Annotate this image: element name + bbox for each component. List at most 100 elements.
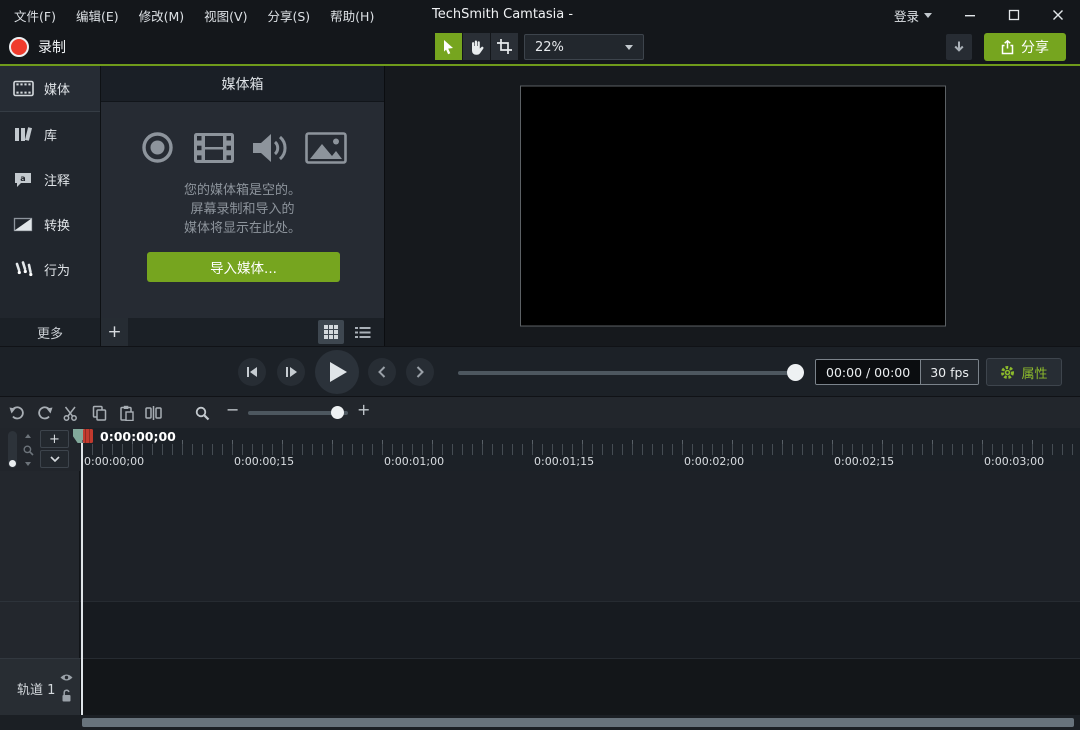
view-toggles bbox=[318, 320, 384, 344]
redo-icon bbox=[37, 406, 53, 420]
paste-button[interactable] bbox=[117, 404, 135, 422]
zoom-level-select[interactable]: 22% bbox=[524, 34, 644, 60]
import-media-button[interactable]: 导入媒体... bbox=[147, 252, 340, 282]
select-tool-button[interactable] bbox=[435, 33, 462, 60]
ruler-label: 0:00:01;00 bbox=[384, 455, 444, 468]
add-media-button[interactable]: + bbox=[101, 318, 128, 346]
gear-icon bbox=[1000, 365, 1015, 380]
sidebar-item-behaviors[interactable]: 行为 bbox=[0, 247, 100, 292]
magnifier-icon bbox=[195, 406, 210, 421]
svg-text:a: a bbox=[20, 174, 25, 183]
media-bin-empty-icons bbox=[101, 129, 384, 166]
film-frame-icon bbox=[13, 80, 34, 97]
menu-help[interactable]: 帮助(H) bbox=[320, 6, 384, 25]
sidebar-item-label: 注释 bbox=[44, 170, 70, 189]
play-icon bbox=[330, 362, 347, 382]
grid-view-button[interactable] bbox=[318, 320, 344, 344]
seek-slider-handle[interactable] bbox=[787, 364, 804, 381]
step-forward-button[interactable] bbox=[277, 358, 305, 386]
sidebar-item-media[interactable]: 媒体 bbox=[0, 66, 100, 112]
crop-tool-button[interactable] bbox=[491, 33, 518, 60]
timeline-zoom-slider-handle[interactable] bbox=[331, 406, 344, 419]
sidebar-more-button[interactable]: 更多 bbox=[0, 318, 100, 346]
record-circle-icon bbox=[139, 129, 176, 166]
split-button[interactable] bbox=[144, 404, 162, 422]
media-bin-panel: 媒体箱 bbox=[100, 66, 385, 346]
record-button[interactable]: 录制 bbox=[9, 34, 66, 60]
track-visibility-toggle[interactable] bbox=[60, 671, 73, 686]
sidebar-item-annotations[interactable]: a 注释 bbox=[0, 157, 100, 202]
next-marker-button[interactable] bbox=[406, 358, 434, 386]
track-height-slider[interactable] bbox=[8, 431, 17, 468]
close-button[interactable] bbox=[1036, 0, 1080, 30]
window-controls: 登录 bbox=[894, 0, 1080, 30]
minimize-button[interactable] bbox=[948, 0, 992, 30]
undo-button[interactable] bbox=[8, 404, 26, 422]
step-backward-button[interactable] bbox=[238, 358, 266, 386]
timeline-zoom-in-button[interactable]: + bbox=[357, 400, 370, 419]
timeline-ruler[interactable]: 0:00:00;00 0:00:00;00 0:00:00;15 0:00:01… bbox=[82, 428, 1080, 471]
fps-display: 30 fps bbox=[920, 360, 978, 384]
maximize-icon bbox=[1008, 9, 1020, 21]
add-track-button[interactable]: + bbox=[40, 430, 69, 448]
list-view-icon bbox=[355, 326, 371, 339]
timeline-scrollbar-thumb[interactable] bbox=[82, 718, 1074, 727]
timeline-empty-row[interactable] bbox=[80, 601, 1080, 658]
track-lock-toggle[interactable] bbox=[61, 689, 72, 706]
close-icon bbox=[1052, 9, 1064, 21]
media-bin-title-label: 媒体箱 bbox=[222, 74, 264, 94]
menu-view[interactable]: 视图(V) bbox=[194, 6, 257, 25]
track-1-content[interactable] bbox=[80, 658, 1080, 715]
track-height-slider-handle[interactable] bbox=[9, 460, 16, 467]
main-area: 媒体 库 a 注释 bbox=[0, 66, 1080, 346]
track-1-header[interactable]: 轨道 1 bbox=[0, 658, 80, 715]
zoom-level-value: 22% bbox=[535, 40, 564, 55]
share-button[interactable]: 分享 bbox=[984, 33, 1066, 61]
timeline-empty-area[interactable] bbox=[80, 471, 1080, 601]
playhead-line[interactable] bbox=[81, 443, 83, 716]
timeline-zoom-icon bbox=[193, 404, 211, 422]
zoom-up-icon bbox=[25, 434, 31, 438]
current-time: 00:00 / 00:00 bbox=[816, 360, 920, 384]
track-zoom-control[interactable] bbox=[22, 434, 34, 466]
seek-slider[interactable] bbox=[458, 371, 798, 375]
menu-edit[interactable]: 编辑(E) bbox=[66, 6, 129, 25]
export-local-button[interactable] bbox=[946, 34, 972, 60]
track-options-button[interactable] bbox=[40, 450, 69, 468]
redo-button[interactable] bbox=[36, 404, 54, 422]
cursor-icon bbox=[441, 39, 456, 55]
step-forward-icon bbox=[285, 366, 297, 378]
record-label: 录制 bbox=[38, 37, 66, 57]
minimize-icon bbox=[964, 9, 976, 21]
ruler-label: 0:00:00;00 bbox=[84, 455, 144, 468]
split-icon bbox=[145, 406, 162, 420]
chevron-left-icon bbox=[378, 366, 386, 378]
menu-share[interactable]: 分享(S) bbox=[257, 6, 320, 25]
chevron-down-icon bbox=[625, 45, 633, 50]
play-button[interactable] bbox=[315, 350, 359, 394]
login-label: 登录 bbox=[894, 6, 919, 25]
books-icon bbox=[13, 126, 34, 143]
ruler-label: 0:00:02;15 bbox=[834, 455, 894, 468]
properties-button[interactable]: 属性 bbox=[986, 358, 1062, 386]
pan-tool-button[interactable] bbox=[463, 33, 490, 60]
menu-modify[interactable]: 修改(M) bbox=[129, 6, 195, 25]
timeline-zoom-out-button[interactable]: − bbox=[226, 400, 239, 419]
previous-marker-button[interactable] bbox=[368, 358, 396, 386]
timeline-body: 轨道 1 bbox=[0, 471, 1080, 715]
list-view-button[interactable] bbox=[350, 320, 376, 344]
menu-file[interactable]: 文件(F) bbox=[4, 6, 66, 25]
preview-canvas[interactable] bbox=[520, 86, 946, 327]
chevron-right-icon bbox=[416, 366, 424, 378]
time-display: 00:00 / 00:00 30 fps bbox=[815, 359, 979, 385]
login-button[interactable]: 登录 bbox=[894, 6, 932, 25]
canvas-tools bbox=[435, 33, 519, 60]
cut-button[interactable] bbox=[62, 404, 80, 422]
copy-button[interactable] bbox=[90, 404, 108, 422]
maximize-button[interactable] bbox=[992, 0, 1036, 30]
sidebar-item-library[interactable]: 库 bbox=[0, 112, 100, 157]
zoom-down-icon bbox=[25, 462, 31, 466]
sidebar-item-transitions[interactable]: 转换 bbox=[0, 202, 100, 247]
timeline-scrollbar bbox=[0, 715, 1080, 730]
media-bin-title: 媒体箱 bbox=[101, 66, 384, 102]
